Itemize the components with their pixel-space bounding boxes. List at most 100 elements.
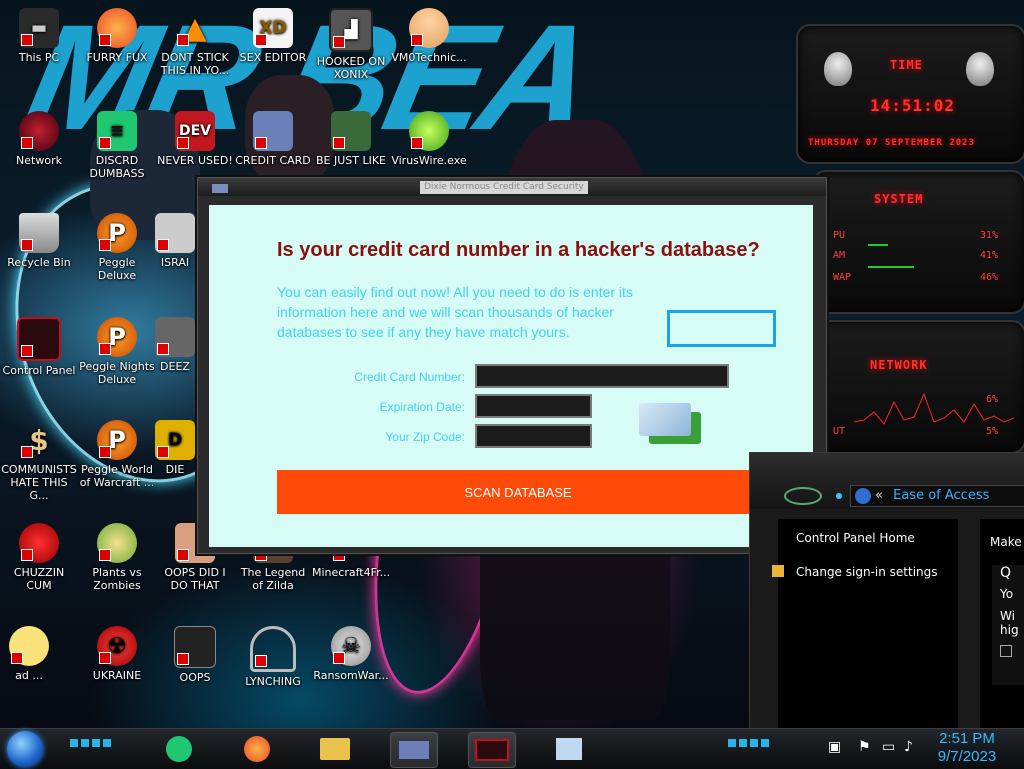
settings-shield-icon bbox=[772, 565, 784, 577]
desktop-icon[interactable]: XD SEX EDITOR bbox=[234, 8, 312, 64]
network-computer-icon bbox=[556, 738, 582, 760]
clock-time: 2:51 PM bbox=[939, 730, 995, 747]
expiration-date-label: Expiration Date: bbox=[379, 400, 465, 414]
nav-orb-icon[interactable] bbox=[784, 487, 822, 505]
folder-icon bbox=[320, 738, 350, 760]
zip-code-input[interactable] bbox=[475, 424, 592, 448]
swap-value: 46% bbox=[979, 272, 998, 283]
hxd-editor-icon: XD bbox=[253, 8, 293, 48]
die-icon: D bbox=[155, 420, 195, 460]
control-panel-window[interactable]: « Ease of Access Control Panel Home Chan… bbox=[749, 452, 1024, 734]
money-bag-icon: $ bbox=[19, 420, 59, 460]
taskbar-file-explorer[interactable] bbox=[312, 732, 358, 766]
devcpp-icon: DEV bbox=[175, 111, 215, 151]
address-breadcrumb[interactable]: Ease of Access bbox=[893, 488, 989, 503]
app-card-icon bbox=[212, 184, 228, 193]
desktop-icon[interactable]: ▟ HOOKED ON XONIX bbox=[312, 8, 390, 81]
cpu-label: PU bbox=[833, 230, 846, 241]
taskbar-chat-app[interactable] bbox=[156, 732, 202, 766]
desktop-icon-label: Recycle Bin bbox=[7, 256, 71, 269]
option-checkbox[interactable] bbox=[1000, 645, 1012, 657]
desktop-icon[interactable]: CREDIT CARD bbox=[234, 111, 312, 167]
panel-line: Q bbox=[1000, 565, 1012, 581]
desktop-icon-label: Peggle Deluxe bbox=[97, 256, 137, 282]
download-value: 6% bbox=[985, 394, 998, 405]
desktop-icon[interactable]: ▲ DONT STICK THIS IN YO... bbox=[156, 8, 234, 77]
scan-database-button[interactable]: SCAN DATABASE bbox=[277, 470, 759, 514]
radiation-icon: ☢ bbox=[97, 626, 137, 666]
desktop-icon-label: DIE bbox=[165, 463, 185, 476]
desktop-icon[interactable]: ad ... bbox=[0, 626, 68, 682]
volume-icon[interactable]: ♪ bbox=[904, 739, 913, 755]
desktop-icon-label: CHUZZIN CUM bbox=[13, 566, 65, 592]
taskbar-clock[interactable]: 2:51 PM 9/7/2023 bbox=[932, 730, 1002, 766]
ram-label: AM bbox=[833, 250, 846, 261]
action-center-flag-icon[interactable]: ⚑ bbox=[858, 739, 871, 755]
desktop-icon[interactable]: VirusWire.exe bbox=[390, 111, 468, 167]
control-panel-sidebar: Control Panel Home Change sign-in settin… bbox=[772, 519, 958, 731]
start-button[interactable] bbox=[7, 731, 43, 767]
desktop-icon-label: CREDIT CARD bbox=[235, 154, 311, 167]
taskbar-network-app[interactable] bbox=[546, 732, 592, 766]
discord-chat-icon: ≡ bbox=[97, 111, 137, 151]
oops-app-icon bbox=[174, 626, 216, 668]
control-panel-icon bbox=[17, 317, 61, 361]
desktop-icon[interactable]: ☠ RansomWar... bbox=[312, 626, 390, 682]
desktop-icon-label: Control Panel bbox=[2, 364, 76, 377]
lime-virus-icon bbox=[409, 111, 449, 151]
taskbar-credit-card-app[interactable] bbox=[390, 732, 438, 768]
control-panel-icon bbox=[475, 739, 509, 761]
expiration-date-input[interactable] bbox=[475, 394, 592, 418]
clock-date: 9/7/2023 bbox=[937, 748, 997, 765]
desktop-icon[interactable]: DEV NEVER USED! bbox=[156, 111, 234, 167]
desktop-icon-label: VM0Technic... bbox=[391, 51, 467, 64]
tray-app-icon[interactable]: ▣ bbox=[828, 739, 841, 755]
control-panel-header: « Ease of Access bbox=[750, 453, 1024, 509]
desktop-icon[interactable]: Control Panel bbox=[0, 317, 78, 377]
change-sign-in-settings-link[interactable]: Change sign-in settings bbox=[796, 565, 938, 579]
system-gadget[interactable]: SYSTEM bbox=[812, 170, 1024, 314]
desktop-icon[interactable]: $ COMMUNISTS HATE THIS G... bbox=[0, 420, 78, 502]
panel-line: Yo bbox=[1000, 587, 1014, 601]
desktop-icon[interactable]: BE JUST LIKE bbox=[312, 111, 390, 167]
control-panel-home-link[interactable]: Control Panel Home bbox=[796, 531, 915, 545]
panel-line: Wi bbox=[1000, 609, 1015, 623]
desktop-icon-label: This PC bbox=[18, 51, 60, 64]
window-titlebar[interactable]: Dixie Normous Credit Card Security bbox=[198, 178, 826, 196]
desktop-icon-label: VirusWire.exe bbox=[391, 154, 467, 167]
vlc-cone-icon: ▲ bbox=[175, 8, 215, 48]
upload-value: 5% bbox=[985, 426, 998, 437]
desktop-icon[interactable]: OOPS bbox=[156, 626, 234, 684]
desktop-icon-label: ad ... bbox=[15, 669, 43, 682]
desktop-icon[interactable]: VM0Technic... bbox=[390, 8, 468, 64]
desktop-icon[interactable]: Plants vs Zombies bbox=[78, 523, 156, 592]
taskbar-firefox[interactable] bbox=[234, 732, 280, 766]
cpu-value: 31% bbox=[979, 230, 998, 241]
alien-head-icon bbox=[824, 52, 852, 86]
desktop-icon-label: Network bbox=[16, 154, 62, 167]
card-number-input[interactable] bbox=[475, 364, 729, 388]
desktop-icon[interactable]: FURRY FUX bbox=[78, 8, 156, 64]
desktop-icon-label: OOPS DID I DO THAT bbox=[164, 566, 226, 592]
desktop-icon[interactable]: Network bbox=[0, 111, 78, 167]
credit-card-security-window[interactable]: Dixie Normous Credit Card Security Is yo… bbox=[197, 177, 827, 554]
desktop-icon[interactable]: Recycle Bin bbox=[0, 213, 78, 269]
window-title: Dixie Normous Credit Card Security bbox=[420, 181, 588, 194]
taskbar: ▣ ⚑ ▭ ♪ 2:51 PM 9/7/2023 bbox=[0, 728, 1024, 769]
desktop-icon-label: FURRY FUX bbox=[86, 51, 148, 64]
upload-label: UT bbox=[833, 426, 846, 437]
desktop-icon[interactable]: ▬ This PC bbox=[0, 8, 78, 64]
network-status-icon[interactable]: ▭ bbox=[882, 739, 895, 755]
desktop-icon[interactable]: LYNCHING bbox=[234, 626, 312, 688]
desktop-icon-label: HOOKED ON XONIX bbox=[316, 55, 386, 81]
address-bar[interactable]: « Ease of Access bbox=[850, 485, 1024, 507]
highlight-rectangle bbox=[667, 310, 776, 347]
desktop-icon[interactable]: CHUZZIN CUM bbox=[0, 523, 78, 592]
firefox-icon bbox=[244, 736, 270, 762]
desktop-icon[interactable]: ≡ DISCRD DUMBASS bbox=[78, 111, 156, 180]
time-gadget[interactable]: TIME 14:51:02 THURSDAY 07 SEPTEMBER 2023 bbox=[796, 24, 1024, 164]
cartoon-character-icon bbox=[9, 626, 49, 666]
desktop-icon[interactable]: ☢ UKRAINE bbox=[78, 626, 156, 682]
peggle-nights-icon: P bbox=[97, 317, 137, 357]
taskbar-control-panel[interactable] bbox=[468, 732, 516, 768]
